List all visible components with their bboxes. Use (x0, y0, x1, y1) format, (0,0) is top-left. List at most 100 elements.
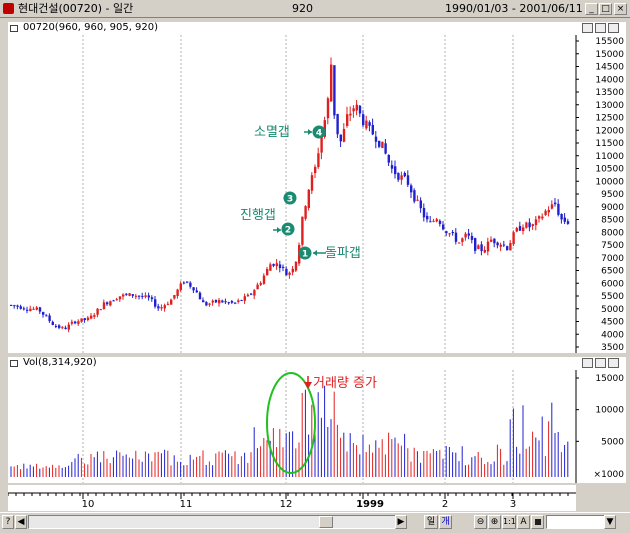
candle-body (496, 242, 499, 246)
pane-maximize-button[interactable] (595, 23, 606, 33)
candle-body (205, 302, 208, 306)
scroll-left-button[interactable]: ◀ (15, 515, 27, 529)
candle-body (26, 309, 29, 311)
y-tick-label: 3500 (601, 343, 624, 353)
candle-body (301, 216, 304, 245)
candle-body (538, 216, 541, 219)
volume-annotation-label: 거래량 증가 (313, 376, 377, 391)
zoom-out-button[interactable]: ⊖ (474, 515, 487, 529)
y-tick-label: 15000 (595, 50, 624, 60)
candle-body (138, 295, 141, 297)
candle-body (29, 308, 32, 311)
candle-body (563, 217, 566, 222)
gap-marker-n2: 2 (281, 222, 295, 236)
candle-body (419, 200, 422, 209)
candle-body (234, 302, 237, 304)
annotation-label: 진행갭 (240, 207, 276, 223)
candle-body (349, 113, 352, 116)
scrollbar-thumb[interactable] (319, 516, 333, 528)
price-pane-title: 00720(960, 960, 905, 920) (23, 22, 159, 33)
y-tick-label: 7000 (601, 254, 624, 264)
candle-body (221, 300, 224, 303)
candle-body (250, 293, 253, 295)
candle-body (362, 114, 365, 126)
candle-body (157, 306, 160, 309)
candle-body (406, 175, 410, 185)
gap-marker-n4: 4 (312, 125, 326, 139)
candle-body (307, 189, 310, 209)
y-tick-label: 9000 (601, 203, 624, 213)
candle-body (336, 113, 339, 135)
maximize-button[interactable]: □ (599, 3, 612, 15)
pane-close-button[interactable] (608, 23, 619, 33)
chevron-down-icon[interactable]: ▼ (604, 515, 616, 529)
candle-body (141, 295, 144, 297)
y-tick-label: 15500 (595, 37, 624, 47)
minimize-button[interactable]: _ (585, 3, 598, 15)
candle-body (115, 299, 118, 301)
candle-body (512, 232, 515, 245)
color-button[interactable] (531, 515, 544, 529)
help-button[interactable]: ? (2, 515, 14, 529)
candle-body (240, 300, 243, 302)
candle-body (32, 308, 35, 310)
candle-body (368, 122, 371, 126)
scroll-right-button[interactable]: ▶ (395, 515, 407, 529)
x-tick-label: 3 (510, 499, 516, 510)
candle-body (483, 249, 486, 253)
candle-body (506, 246, 509, 251)
candle-body (70, 321, 74, 324)
period-month-button[interactable]: 개 (439, 515, 452, 529)
candle-body (566, 221, 570, 224)
x-tick-label: 11 (180, 499, 193, 510)
candle-body (525, 222, 528, 228)
y-tick-label: 4000 (601, 330, 624, 340)
candle-body (144, 295, 147, 297)
y-tick-label: 6000 (601, 279, 624, 289)
candle-body (390, 165, 394, 169)
candle-body (394, 166, 397, 175)
candle-body (195, 290, 198, 293)
y-tick-label: 8500 (601, 216, 624, 226)
candle-body (246, 294, 250, 297)
pane-maximize-button[interactable] (595, 358, 606, 368)
y-tick-label: 4500 (601, 318, 624, 328)
y-tick-label: 6500 (601, 267, 624, 277)
pane-close-button[interactable] (608, 358, 619, 368)
period-day-button[interactable]: 일 (424, 515, 438, 529)
y-tick-label: 11000 (595, 152, 624, 162)
candle-body (13, 305, 16, 307)
candle-body (304, 206, 307, 219)
pane-restore-button[interactable] (582, 358, 593, 368)
candle-body (54, 325, 58, 327)
y-tick-label: 5500 (601, 292, 624, 302)
pane-restore-button[interactable] (582, 23, 593, 33)
y-tick-label: 10000 (595, 406, 624, 416)
text-tool-button[interactable]: A (517, 515, 530, 529)
candle-body (381, 141, 384, 148)
candle-body (470, 235, 474, 240)
candle-body (154, 299, 157, 307)
candle-body (86, 317, 90, 321)
candle-body (333, 65, 336, 116)
horizontal-scrollbar[interactable] (28, 515, 406, 529)
candle-body (464, 233, 467, 238)
zoom-in-button[interactable]: ⊕ (488, 515, 501, 529)
candle-body (208, 303, 211, 305)
price-chart[interactable]: 1550015000145001400013500130001250012000… (8, 35, 626, 353)
title-bar: 현대건설(00720) - 일간 920 1990/01/03 - 2001/0… (0, 0, 630, 18)
candle-body (112, 300, 115, 302)
volume-chart[interactable]: 15000 10000 5000 ×1000 거래량 증가 (8, 370, 626, 483)
close-button[interactable]: × (614, 3, 627, 15)
candle-body (355, 104, 358, 111)
candle-body (128, 293, 131, 296)
ratio-button[interactable]: 1:1 (502, 515, 516, 529)
candle-body (134, 295, 138, 297)
candle-body (502, 244, 506, 246)
y-tick-label: 12500 (595, 114, 624, 124)
candle-body (326, 98, 330, 119)
marker-number: 4 (316, 129, 322, 139)
candle-body (461, 238, 464, 243)
candle-body (230, 301, 234, 303)
annotation-label: 소멸갭 (254, 125, 290, 140)
